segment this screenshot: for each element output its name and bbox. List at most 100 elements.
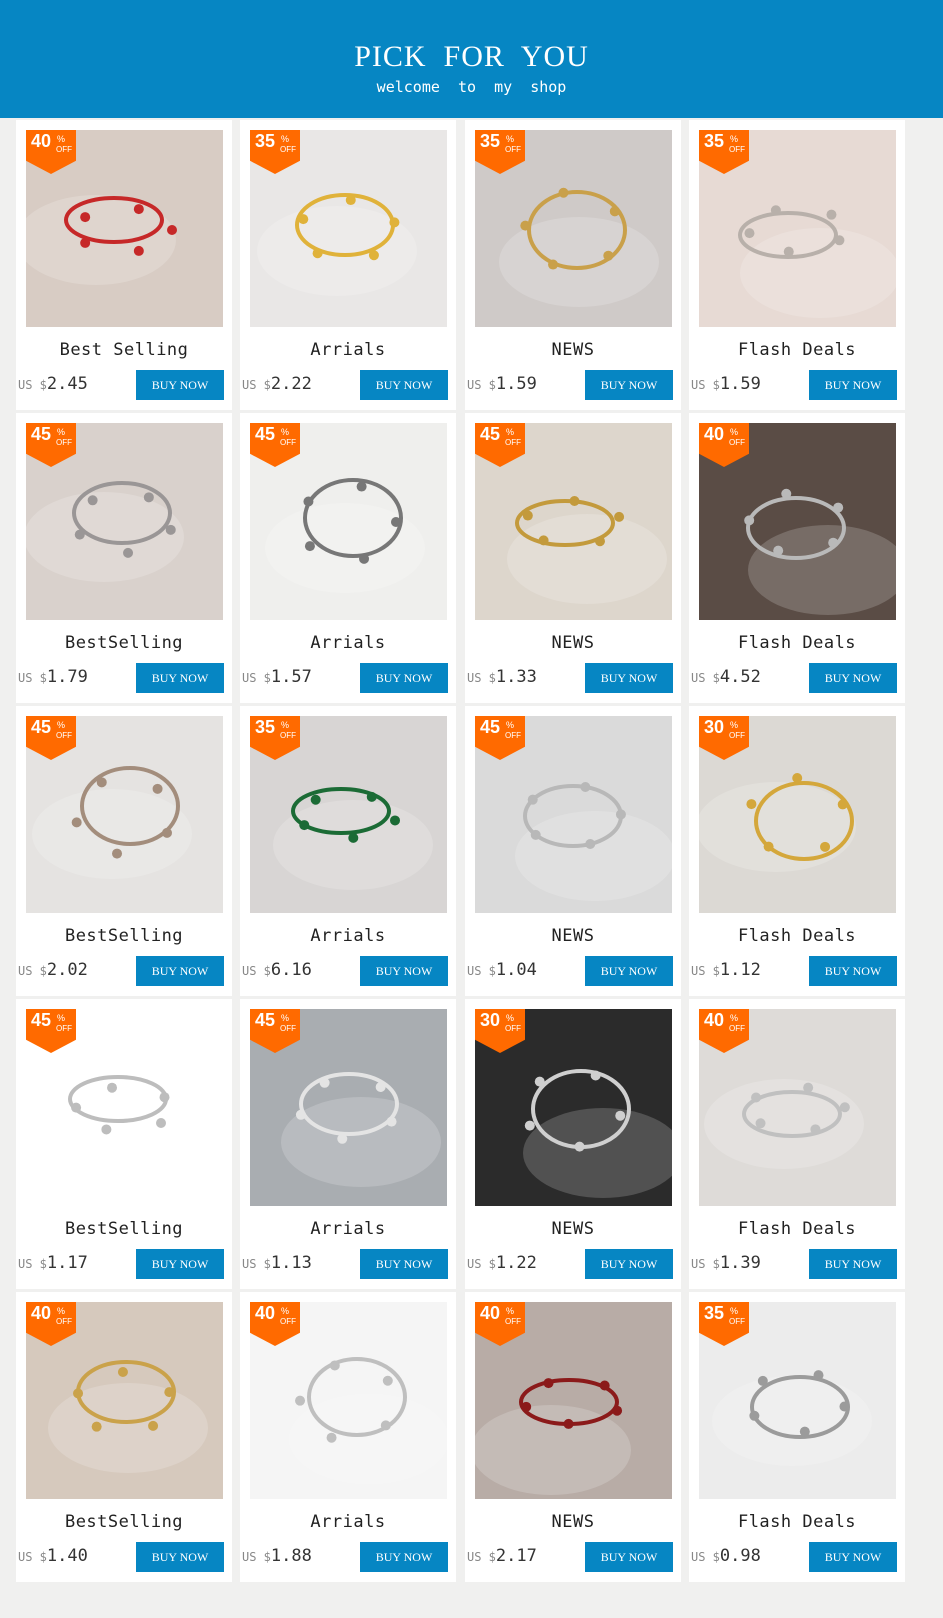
buy-now-button[interactable]: BUY NOW	[360, 956, 448, 986]
discount-percent-symbol: %	[281, 1306, 290, 1316]
product-card[interactable]: 30% OFF NEWS US $1.22 BUY NOW	[465, 999, 681, 1289]
product-card[interactable]: 45% OFF BestSelling US $1.17 BUY NOW	[16, 999, 232, 1289]
product-image[interactable]: 45% OFF	[475, 716, 672, 913]
buy-now-button[interactable]: BUY NOW	[809, 1542, 897, 1572]
discount-off-label: OFF	[56, 145, 72, 154]
product-image[interactable]: 40% OFF	[250, 1302, 447, 1499]
product-image[interactable]: 40% OFF	[699, 1009, 896, 1206]
product-card[interactable]: 40% OFF Flash Deals US $1.39 BUY NOW	[689, 999, 905, 1289]
buy-now-button[interactable]: BUY NOW	[136, 1249, 224, 1279]
product-category-label[interactable]: Arrials	[240, 926, 456, 946]
product-category-label[interactable]: BestSelling	[16, 1219, 232, 1239]
buy-now-button[interactable]: BUY NOW	[809, 956, 897, 986]
product-price: US $2.17	[467, 1546, 537, 1566]
product-card[interactable]: 35% OFF Flash Deals US $0.98 BUY NOW	[689, 1292, 905, 1582]
product-price: US $1.40	[18, 1546, 88, 1566]
product-category-label[interactable]: Arrials	[240, 1512, 456, 1532]
product-image[interactable]: 35% OFF	[250, 130, 447, 327]
buy-now-button[interactable]: BUY NOW	[360, 1249, 448, 1279]
product-card[interactable]: 35% OFF Arrials US $6.16 BUY NOW	[240, 706, 456, 996]
product-image[interactable]: 40% OFF	[475, 1302, 672, 1499]
product-image[interactable]: 30% OFF	[475, 1009, 672, 1206]
product-category-label[interactable]: Flash Deals	[689, 1219, 905, 1239]
discount-value: 30	[704, 717, 725, 737]
buy-now-button[interactable]: BUY NOW	[585, 1249, 673, 1279]
product-card[interactable]: 40% OFF BestSelling US $1.40 BUY NOW	[16, 1292, 232, 1582]
product-image[interactable]: 45% OFF	[250, 423, 447, 620]
product-card[interactable]: 40% OFF Flash Deals US $4.52 BUY NOW	[689, 413, 905, 703]
product-category-label[interactable]: NEWS	[465, 1512, 681, 1532]
price-value: 2.45	[46, 374, 88, 394]
discount-off-label: OFF	[56, 1317, 72, 1326]
product-category-label[interactable]: Flash Deals	[689, 926, 905, 946]
product-category-label[interactable]: BestSelling	[16, 633, 232, 653]
product-price: US $0.98	[691, 1546, 761, 1566]
buy-now-button[interactable]: BUY NOW	[585, 956, 673, 986]
buy-now-button[interactable]: BUY NOW	[136, 956, 224, 986]
product-card[interactable]: 45% OFF BestSelling US $1.79 BUY NOW	[16, 413, 232, 703]
discount-percent-symbol: %	[730, 1013, 739, 1023]
buy-now-button[interactable]: BUY NOW	[360, 1542, 448, 1572]
product-image[interactable]: 40% OFF	[26, 1302, 223, 1499]
product-category-label[interactable]: NEWS	[465, 926, 681, 946]
product-image[interactable]: 35% OFF	[699, 130, 896, 327]
buy-now-button[interactable]: BUY NOW	[585, 663, 673, 693]
currency-label: US $	[18, 964, 47, 978]
buy-now-button[interactable]: BUY NOW	[360, 663, 448, 693]
buy-now-button[interactable]: BUY NOW	[809, 1249, 897, 1279]
product-card[interactable]: 40% OFF Best Selling US $2.45 BUY NOW	[16, 120, 232, 410]
product-category-label[interactable]: Flash Deals	[689, 1512, 905, 1532]
buy-now-button[interactable]: BUY NOW	[809, 370, 897, 400]
product-category-label[interactable]: NEWS	[465, 1219, 681, 1239]
product-card[interactable]: 45% OFF NEWS US $1.04 BUY NOW	[465, 706, 681, 996]
buy-now-button[interactable]: BUY NOW	[809, 663, 897, 693]
product-image[interactable]: 35% OFF	[475, 130, 672, 327]
discount-percent-symbol: %	[730, 720, 739, 730]
buy-now-button[interactable]: BUY NOW	[585, 370, 673, 400]
product-category-label[interactable]: NEWS	[465, 633, 681, 653]
product-image[interactable]: 45% OFF	[26, 716, 223, 913]
product-image[interactable]: 30% OFF	[699, 716, 896, 913]
buy-now-button[interactable]: BUY NOW	[136, 663, 224, 693]
buy-now-button[interactable]: BUY NOW	[136, 1542, 224, 1572]
product-card[interactable]: 45% OFF Arrials US $1.57 BUY NOW	[240, 413, 456, 703]
product-card[interactable]: 35% OFF NEWS US $1.59 BUY NOW	[465, 120, 681, 410]
product-image[interactable]: 40% OFF	[699, 423, 896, 620]
product-card[interactable]: 40% OFF Arrials US $1.88 BUY NOW	[240, 1292, 456, 1582]
buy-now-button[interactable]: BUY NOW	[585, 1542, 673, 1572]
product-category-label[interactable]: NEWS	[465, 340, 681, 360]
product-image[interactable]: 45% OFF	[250, 1009, 447, 1206]
product-image[interactable]: 35% OFF	[699, 1302, 896, 1499]
discount-off-label: OFF	[505, 438, 521, 447]
currency-label: US $	[242, 964, 271, 978]
discount-off-label: OFF	[280, 438, 296, 447]
price-value: 2.22	[270, 374, 312, 394]
discount-percent-symbol: %	[506, 134, 515, 144]
product-image[interactable]: 45% OFF	[26, 423, 223, 620]
product-image[interactable]: 45% OFF	[26, 1009, 223, 1206]
product-card[interactable]: 45% OFF NEWS US $1.33 BUY NOW	[465, 413, 681, 703]
product-category-label[interactable]: Flash Deals	[689, 340, 905, 360]
product-card[interactable]: 45% OFF Arrials US $1.13 BUY NOW	[240, 999, 456, 1289]
product-category-label[interactable]: BestSelling	[16, 926, 232, 946]
discount-percent-symbol: %	[730, 1306, 739, 1316]
product-card[interactable]: 45% OFF BestSelling US $2.02 BUY NOW	[16, 706, 232, 996]
product-image[interactable]: 45% OFF	[475, 423, 672, 620]
product-category-label[interactable]: BestSelling	[16, 1512, 232, 1532]
product-image[interactable]: 35% OFF	[250, 716, 447, 913]
product-card[interactable]: 35% OFF Flash Deals US $1.59 BUY NOW	[689, 120, 905, 410]
product-card[interactable]: 40% OFF NEWS US $2.17 BUY NOW	[465, 1292, 681, 1582]
product-image[interactable]: 40% OFF	[26, 130, 223, 327]
product-category-label[interactable]: Best Selling	[16, 340, 232, 360]
buy-now-button[interactable]: BUY NOW	[136, 370, 224, 400]
product-category-label[interactable]: Arrials	[240, 633, 456, 653]
product-category-label[interactable]: Arrials	[240, 1219, 456, 1239]
price-value: 1.13	[270, 1253, 312, 1273]
product-card[interactable]: 30% OFF Flash Deals US $1.12 BUY NOW	[689, 706, 905, 996]
product-price: US $2.45	[18, 374, 88, 394]
buy-now-button[interactable]: BUY NOW	[360, 370, 448, 400]
product-price: US $1.13	[242, 1253, 312, 1273]
product-category-label[interactable]: Flash Deals	[689, 633, 905, 653]
product-card[interactable]: 35% OFF Arrials US $2.22 BUY NOW	[240, 120, 456, 410]
product-category-label[interactable]: Arrials	[240, 340, 456, 360]
